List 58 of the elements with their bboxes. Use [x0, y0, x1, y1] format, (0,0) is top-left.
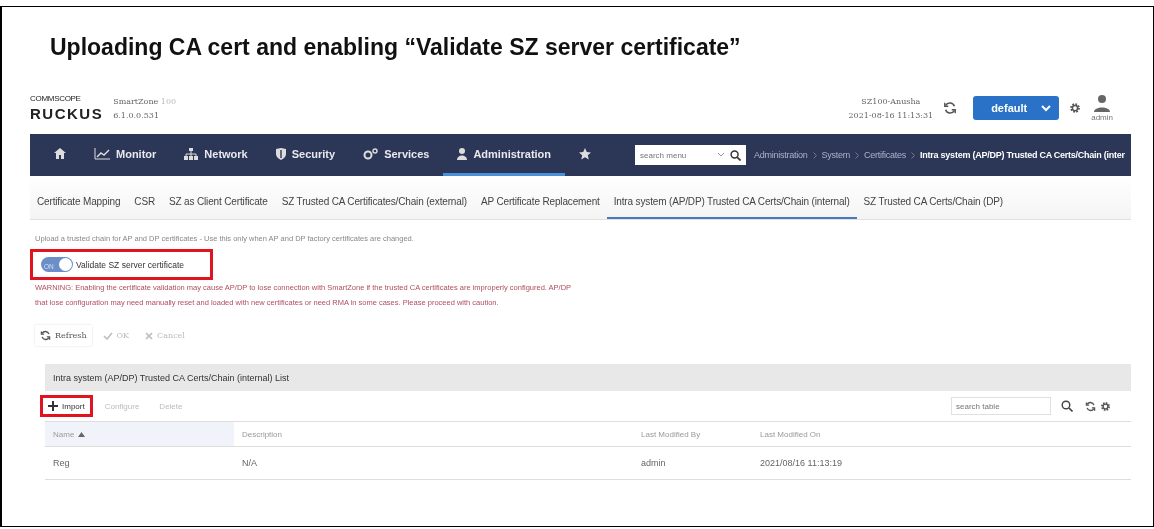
shield-icon: [275, 147, 286, 160]
check-icon: [102, 331, 113, 340]
controller-name: SZ100-Anusha: [861, 96, 921, 106]
settings-icon[interactable]: [1069, 102, 1082, 114]
refresh-icon[interactable]: [1085, 400, 1096, 412]
toggle-label: Validate SZ server certificate: [76, 259, 185, 270]
search-table-field[interactable]: search table: [951, 397, 1051, 415]
date-time: 2021-08-16 11:13:31: [848, 110, 934, 120]
chevron-icon: [812, 151, 817, 159]
tab[interactable]: AP Certificate Replacement: [473, 196, 607, 219]
brand-tagline: COMMSCOPE: [30, 95, 82, 103]
home-icon: [54, 148, 66, 159]
tab[interactable]: SZ Trusted CA Certificates/Chain (external): [274, 196, 474, 219]
star-icon: [579, 147, 592, 160]
version-text: 6.1.0.0.531: [113, 110, 160, 120]
tab[interactable]: SZ Trusted CA Certs/Chain (DP): [856, 196, 1010, 219]
search-menu-field[interactable]: search menu: [635, 145, 747, 165]
brand-logo: RUCKUS: [30, 106, 104, 121]
nav-item[interactable]: Security: [261, 134, 350, 176]
domain-dropdown[interactable]: default: [973, 96, 1060, 120]
tab[interactable]: Certificate Mapping: [30, 196, 128, 219]
chevron-icon: [911, 151, 916, 159]
refresh-button[interactable]: Refresh: [35, 325, 92, 346]
refresh-icon: [40, 330, 51, 341]
product-name: SmartZone 100: [113, 96, 177, 106]
sort-up-icon: [78, 431, 86, 437]
nav-item[interactable]: Services: [349, 134, 444, 176]
nav-item[interactable]: Network: [170, 134, 262, 176]
hierarchy-icon: [184, 147, 199, 160]
tab[interactable]: CSR: [127, 196, 162, 219]
table-cell: admin: [633, 446, 752, 480]
breadcrumb-link[interactable]: Intra system (AP/DP) Trusted CA Certs/Chain (inter: [920, 150, 1125, 160]
breadcrumb-link[interactable]: Administration: [754, 150, 808, 160]
tab[interactable]: Intra system (AP/DP) Trusted CA Certs/Chain (internal): [606, 196, 857, 219]
table-cell: Reg: [45, 446, 234, 480]
table-cell: 2021/08/16 11:13:19: [752, 446, 1131, 480]
settings-icon[interactable]: [1100, 400, 1111, 412]
slide-title: Uploading CA cert and enabling “Validate SZ server certificate”: [49, 34, 742, 61]
chart-icon: [94, 147, 110, 160]
gears-icon: [363, 147, 379, 160]
tab[interactable]: SZ as Client Certificate: [162, 196, 275, 219]
chevron-icon: [855, 151, 860, 159]
chevron-icon: [1041, 104, 1052, 112]
breadcrumb-link[interactable]: System: [821, 150, 851, 160]
breadcrumb-link[interactable]: Certificates: [864, 150, 907, 160]
close-icon: [145, 331, 154, 340]
user-name: admin: [1091, 113, 1113, 122]
import-button[interactable]: Import: [40, 395, 93, 417]
table-cell: N/A: [234, 446, 633, 480]
person-icon: [457, 147, 468, 160]
user-icon[interactable]: [1094, 94, 1111, 112]
chevron-icon: [718, 153, 725, 157]
list-title: Intra system (AP/DP) Trusted CA Certs/Chain (internal) List: [53, 372, 290, 383]
plus-icon: [48, 401, 58, 411]
search-icon[interactable]: [1061, 400, 1073, 412]
nav-item[interactable]: Monitor: [80, 134, 171, 176]
search-icon[interactable]: [730, 149, 742, 161]
refresh-icon[interactable]: [943, 101, 958, 115]
